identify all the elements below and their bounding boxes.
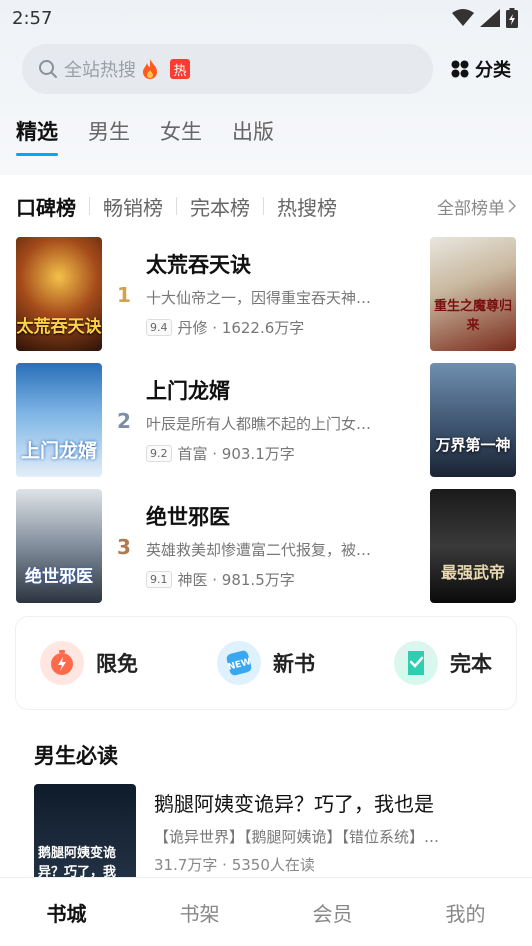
tab-featured[interactable]: 精选	[16, 116, 58, 156]
hot-badge: 热	[170, 59, 190, 79]
book-desc: 叶辰是所有人都瞧不起的上门女…	[146, 415, 372, 433]
all-rankings-label: 全部榜单	[437, 198, 505, 219]
quick-free-label: 限免	[96, 652, 138, 676]
status-bar: 2:57	[0, 0, 532, 36]
book-cover[interactable]: 绝世邪医	[16, 489, 102, 603]
rank-tab-hotsearch[interactable]: 热搜榜	[277, 192, 337, 221]
bottom-tab-bookshelf[interactable]: 书架	[160, 898, 240, 927]
rank-tab-bestseller[interactable]: 畅销榜	[103, 192, 163, 221]
rank-tabs: 口碑榜 畅销榜 完本榜 热搜榜 全部榜单	[16, 191, 516, 221]
quick-complete[interactable]: 完本	[394, 641, 492, 685]
battery-icon	[506, 8, 518, 28]
search-input[interactable]: 全站热搜 热	[22, 44, 433, 94]
side-cover-title: 最强武帝	[440, 563, 505, 582]
quick-new[interactable]: NEW 新书	[217, 641, 315, 685]
category-grid-icon	[451, 60, 469, 78]
score-badge: 9.4	[146, 319, 172, 336]
side-book-cover[interactable]: 万界第一神	[430, 363, 516, 477]
tab-female[interactable]: 女生	[160, 116, 202, 156]
bottom-tab-membership[interactable]: 会员	[293, 898, 373, 927]
book-cover-title: 上门龙婿	[20, 440, 97, 462]
search-row: 全站热搜 热 分类	[22, 44, 512, 94]
book-complete-icon	[394, 641, 438, 685]
bottom-nav: 书城 书架 会员 我的	[0, 878, 532, 946]
quick-free[interactable]: 限免	[40, 641, 138, 685]
section-title: 男生必读	[34, 744, 118, 768]
tab-male[interactable]: 男生	[88, 116, 130, 156]
book-meta-text: 丹修 · 1622.6万字	[177, 319, 305, 337]
score-badge: 9.1	[146, 571, 172, 588]
book-cover[interactable]: 太荒吞天诀	[16, 237, 102, 351]
status-time: 2:57	[12, 7, 53, 29]
book-meta-text: 神医 · 981.5万字	[177, 571, 295, 589]
fire-icon	[143, 59, 157, 79]
quick-complete-label: 完本	[450, 652, 492, 676]
book-meta-text: 首富 · 903.1万字	[177, 445, 295, 463]
category-label: 分类	[475, 60, 511, 81]
book-cover-title: 太荒吞天诀	[16, 317, 102, 337]
side-book-cover[interactable]: 最强武帝	[430, 489, 516, 603]
bottom-tab-bookstore[interactable]: 书城	[27, 898, 107, 927]
book-meta: 9.2 首富 · 903.1万字	[146, 443, 295, 464]
book-tags: 【诡异世界】【鹅腿阿姨诡】【错位系统】…	[154, 828, 440, 846]
rank-tab-reputation[interactable]: 口碑榜	[16, 192, 76, 221]
signal-icon	[480, 9, 500, 27]
book-meta: 9.1 神医 · 981.5万字	[146, 569, 295, 590]
must-read-section: 男生必读 鹅腿阿姨变诡异？巧了，我 鹅腿阿姨变诡异？巧了，我也是 【诡异世界】【…	[16, 722, 516, 884]
search-icon	[39, 60, 57, 78]
book-cover[interactable]: 上门龙婿	[16, 363, 102, 477]
divider	[263, 197, 264, 215]
book-meta: 31.7万字 · 5350人在读	[154, 856, 315, 874]
book-desc: 英雄救美却惨遭富二代报复，被…	[146, 541, 372, 559]
wifi-icon	[452, 9, 474, 26]
divider	[176, 197, 177, 215]
ranked-book-row[interactable]: 绝世邪医 3 绝世邪医 英雄救美却惨遭富二代报复，被… 9.1 神医 · 981…	[16, 489, 516, 604]
side-cover-title: 万界第一神	[435, 436, 511, 454]
score-badge: 9.2	[146, 445, 172, 462]
timer-icon	[40, 641, 84, 685]
rank-number: 1	[117, 283, 131, 307]
bottom-tab-mine[interactable]: 我的	[426, 898, 506, 927]
rank-tab-completed[interactable]: 完本榜	[190, 192, 250, 221]
tab-publish[interactable]: 出版	[232, 116, 274, 156]
book-title[interactable]: 上门龙婿	[146, 375, 230, 405]
book-cover-title: 绝世邪医	[25, 567, 93, 587]
book-meta: 9.4 丹修 · 1622.6万字	[146, 317, 304, 338]
book-desc: 十大仙帝之一，因得重宝吞天神…	[146, 289, 372, 307]
book-title[interactable]: 鹅腿阿姨变诡异？巧了，我也是	[154, 788, 434, 817]
book-title[interactable]: 太荒吞天诀	[146, 249, 251, 279]
rank-number: 3	[117, 535, 131, 559]
quick-entry-panel: 限免 NEW 新书 完本	[16, 617, 516, 709]
rank-number: 2	[117, 409, 131, 433]
chevron-right-icon	[508, 199, 516, 213]
ranked-book-row[interactable]: 太荒吞天诀 1 太荒吞天诀 十大仙帝之一，因得重宝吞天神… 9.4 丹修 · 1…	[16, 237, 516, 352]
top-nav-tabs: 精选 男生 女生 出版	[16, 116, 274, 156]
side-book-cover[interactable]: 重生之魔尊归来	[430, 237, 516, 351]
quick-new-label: 新书	[273, 652, 315, 676]
book-cover[interactable]: 鹅腿阿姨变诡异？巧了，我	[34, 784, 136, 884]
status-icons	[452, 8, 518, 28]
ranked-book-row[interactable]: 上门龙婿 2 上门龙婿 叶辰是所有人都瞧不起的上门女… 9.2 首富 · 903…	[16, 363, 516, 478]
book-title[interactable]: 绝世邪医	[146, 501, 230, 531]
all-rankings-link[interactable]: 全部榜单	[437, 194, 516, 219]
category-button[interactable]: 分类	[451, 56, 511, 82]
search-placeholder: 全站热搜	[64, 60, 136, 81]
side-cover-title: 重生之魔尊归来	[433, 299, 512, 333]
new-badge-icon: NEW	[217, 641, 261, 685]
divider	[89, 197, 90, 215]
book-cover-title: 鹅腿阿姨变诡异？巧了，我	[38, 846, 117, 880]
